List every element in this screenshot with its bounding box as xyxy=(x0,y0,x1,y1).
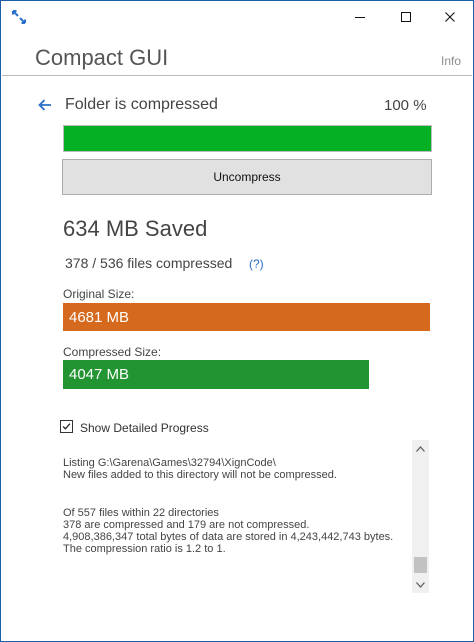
close-icon xyxy=(445,12,455,22)
title-bar[interactable] xyxy=(1,1,473,33)
log-line: 4,908,386,347 total bytes of data are st… xyxy=(63,531,394,543)
app-title: Compact GUI xyxy=(35,45,169,70)
scroll-thumb[interactable] xyxy=(414,557,427,573)
show-progress-checkbox[interactable] xyxy=(60,420,73,433)
chevron-down-icon xyxy=(416,581,425,588)
chevron-up-icon xyxy=(416,445,425,452)
uncompress-button[interactable]: Uncompress xyxy=(62,159,432,195)
space-saved: 634 MB Saved xyxy=(63,216,208,241)
close-button[interactable] xyxy=(427,1,473,33)
maximize-button[interactable] xyxy=(383,1,429,33)
original-size-label: Original Size: xyxy=(63,287,135,301)
log-line: Of 557 files within 22 directories xyxy=(63,507,219,519)
log-line: New files added to this directory will n… xyxy=(63,469,337,481)
back-arrow-icon[interactable] xyxy=(37,97,53,113)
checkmark-icon xyxy=(62,423,71,430)
minimize-icon xyxy=(355,17,365,18)
progress-fill xyxy=(64,126,431,151)
log-line: Listing G:\Garena\Games\32794\XignCode\ xyxy=(63,457,276,469)
files-compressed: 378 / 536 files compressed xyxy=(65,255,233,271)
status-text: Folder is compressed xyxy=(65,96,218,113)
progress-log[interactable]: Listing G:\Garena\Games\32794\XignCode\ … xyxy=(56,438,431,595)
info-link[interactable]: Info xyxy=(441,54,461,68)
progress-percent: 100 % xyxy=(384,97,427,114)
compressed-size-label: Compressed Size: xyxy=(63,345,162,359)
log-line: The compression ratio is 1.2 to 1. xyxy=(63,543,226,555)
compressed-size-bar: 4047 MB xyxy=(63,360,369,389)
compressed-size-value: 4047 MB xyxy=(69,366,130,383)
compact-app-icon xyxy=(12,10,26,24)
log-scrollbar[interactable] xyxy=(412,440,429,593)
show-progress-label[interactable]: Show Detailed Progress xyxy=(80,421,209,435)
maximize-icon xyxy=(401,12,411,22)
help-link[interactable]: (?) xyxy=(249,257,264,271)
minimize-button[interactable] xyxy=(337,1,383,33)
scroll-up-button[interactable] xyxy=(412,440,429,457)
header-divider xyxy=(2,75,472,76)
original-size-bar: 4681 MB xyxy=(63,303,430,331)
log-line: 378 are compressed and 179 are not compr… xyxy=(63,519,310,531)
progress-bar xyxy=(63,125,432,152)
scroll-down-button[interactable] xyxy=(412,576,429,593)
original-size-value: 4681 MB xyxy=(69,308,130,326)
